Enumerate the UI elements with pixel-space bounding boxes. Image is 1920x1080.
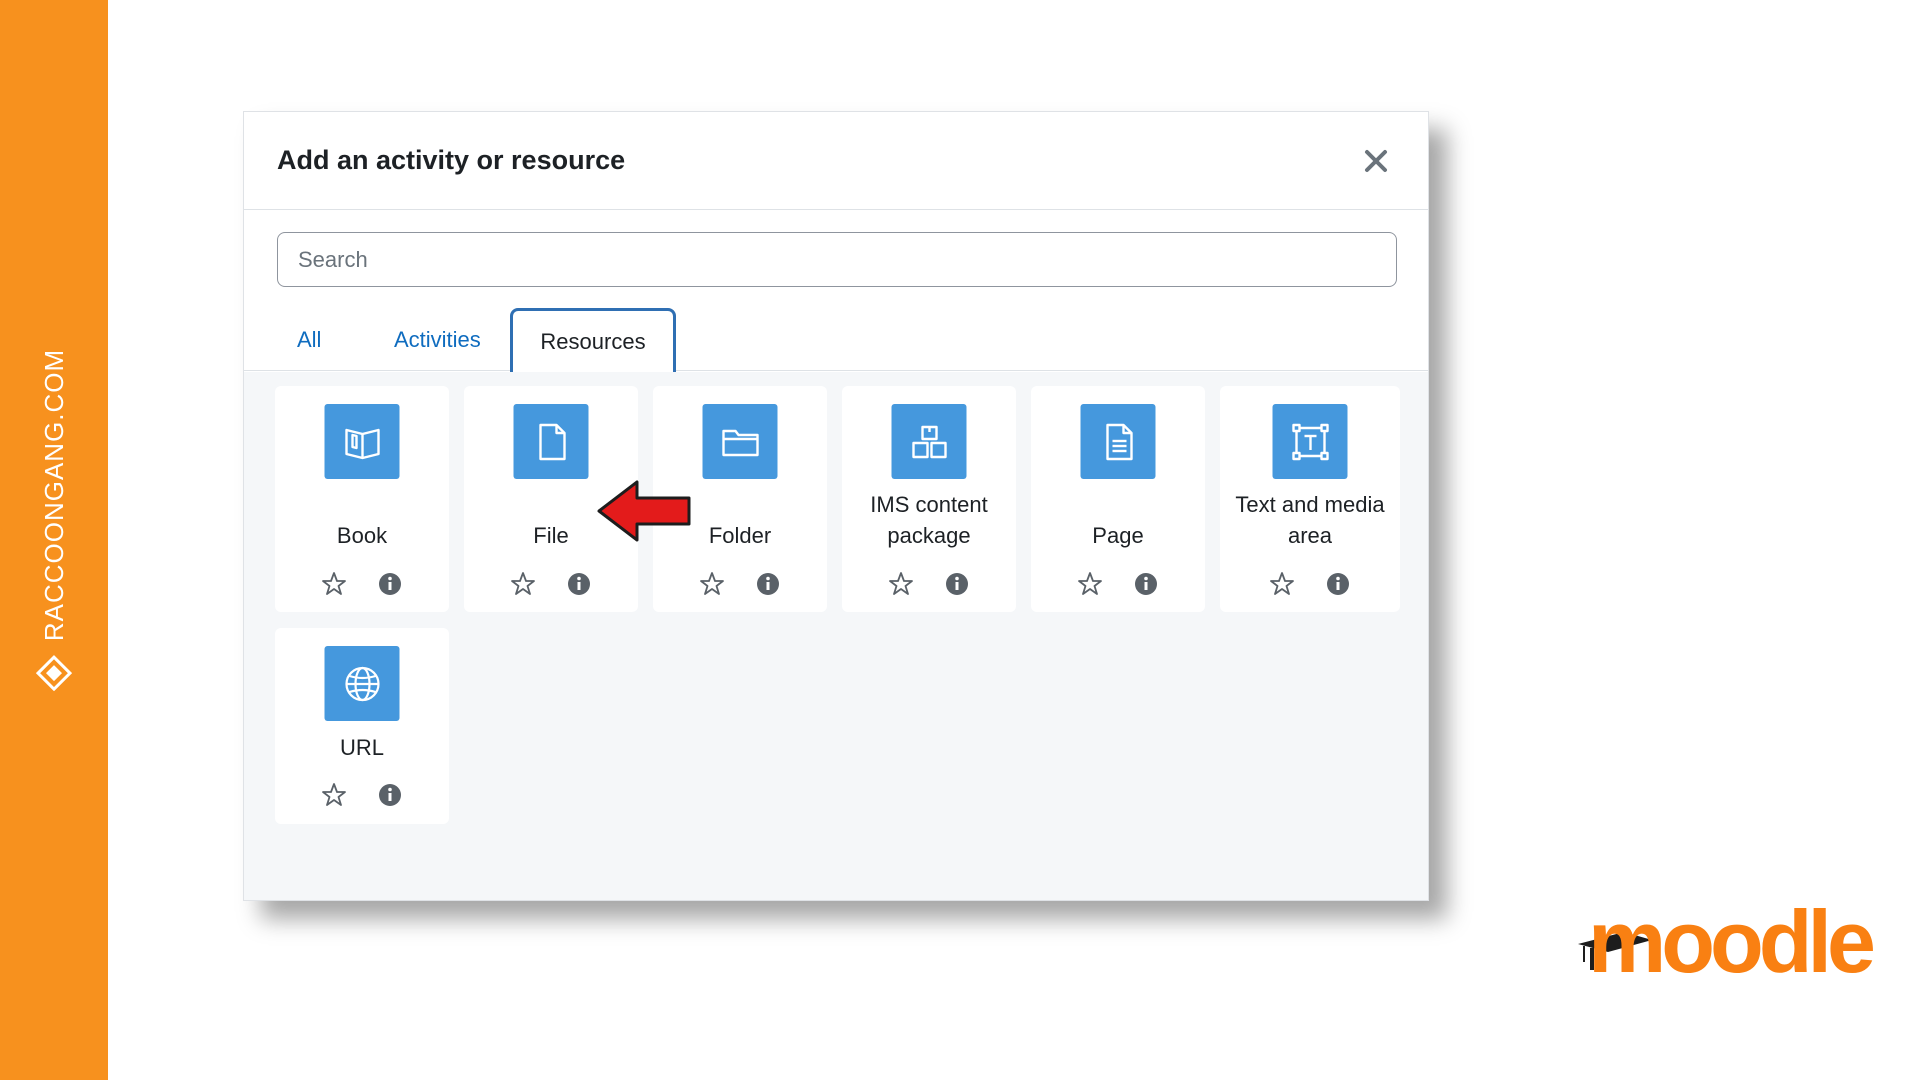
info-button[interactable] (1325, 571, 1351, 597)
tab-all[interactable]: All (297, 308, 321, 371)
star-icon (1078, 572, 1102, 595)
search-input[interactable] (277, 232, 1397, 287)
star-button[interactable] (1077, 571, 1103, 597)
folder-icon (702, 404, 778, 479)
star-button[interactable] (1269, 571, 1295, 597)
info-icon (568, 573, 590, 595)
info-button[interactable] (755, 571, 781, 597)
star-button[interactable] (699, 571, 725, 597)
info-icon (946, 573, 968, 595)
tile-label: URL (339, 735, 384, 760)
close-button[interactable] (1356, 141, 1396, 181)
tile-ims-content-package[interactable]: IMS content package (842, 386, 1016, 612)
brand-site-text[interactable]: RACCOONGANG.COM (39, 349, 70, 641)
package-icon (891, 404, 967, 479)
activity-chooser-modal: Add an activity or resource All Activiti… (243, 111, 1429, 901)
star-button[interactable] (510, 571, 536, 597)
info-button[interactable] (377, 782, 403, 808)
tile-actions (1031, 571, 1205, 597)
raccoongang-logo-icon (36, 655, 72, 692)
tab-bar: All Activities Resources (244, 308, 1428, 372)
globe-icon (324, 646, 400, 721)
star-button[interactable] (321, 782, 347, 808)
star-button[interactable] (321, 571, 347, 597)
info-button[interactable] (944, 571, 970, 597)
tile-label: Text and media area (1235, 492, 1385, 548)
tab-activities[interactable]: Activities (394, 308, 481, 371)
book-icon (324, 404, 400, 479)
info-icon (379, 573, 401, 595)
search-wrap (244, 210, 1428, 287)
tile-label: IMS content package (870, 492, 988, 548)
star-icon (511, 572, 535, 595)
info-icon (379, 784, 401, 806)
tab-resources[interactable]: Resources (510, 308, 676, 372)
close-icon (1365, 149, 1387, 172)
info-button[interactable] (1133, 571, 1159, 597)
page-icon (1080, 404, 1156, 479)
star-icon (322, 783, 346, 806)
red-arrow-icon (597, 480, 691, 542)
info-button[interactable] (377, 571, 403, 597)
star-button[interactable] (888, 571, 914, 597)
star-icon (700, 572, 724, 595)
text-media-icon (1272, 404, 1348, 479)
tile-actions (275, 782, 449, 808)
brand-vertical: RACCOONGANG.COM (36, 349, 72, 692)
info-icon (1135, 573, 1157, 595)
star-icon (1270, 572, 1294, 595)
info-button[interactable] (566, 571, 592, 597)
star-icon (889, 572, 913, 595)
star-icon (322, 572, 346, 595)
resource-grid: Book File Folder IMS content package Pag… (244, 372, 1428, 900)
modal-header: Add an activity or resource (244, 112, 1428, 210)
tile-actions (653, 571, 827, 597)
brand-strip: RACCOONGANG.COM (0, 0, 108, 1080)
tile-url[interactable]: URL (275, 628, 449, 824)
tile-page[interactable]: Page (1031, 386, 1205, 612)
modal-title: Add an activity or resource (277, 145, 626, 175)
tile-actions (842, 571, 1016, 597)
info-icon (757, 573, 779, 595)
tile-actions (275, 571, 449, 597)
moodle-logo: moodle (1588, 892, 1876, 991)
tile-actions (1220, 571, 1400, 597)
tile-book[interactable]: Book (275, 386, 449, 612)
tile-actions (464, 571, 638, 597)
tile-label: Book (336, 523, 388, 548)
file-icon (513, 404, 589, 479)
tile-label: Page (1092, 523, 1144, 548)
info-icon (1327, 573, 1349, 595)
tile-text-and-media-area[interactable]: Text and media area (1220, 386, 1400, 612)
